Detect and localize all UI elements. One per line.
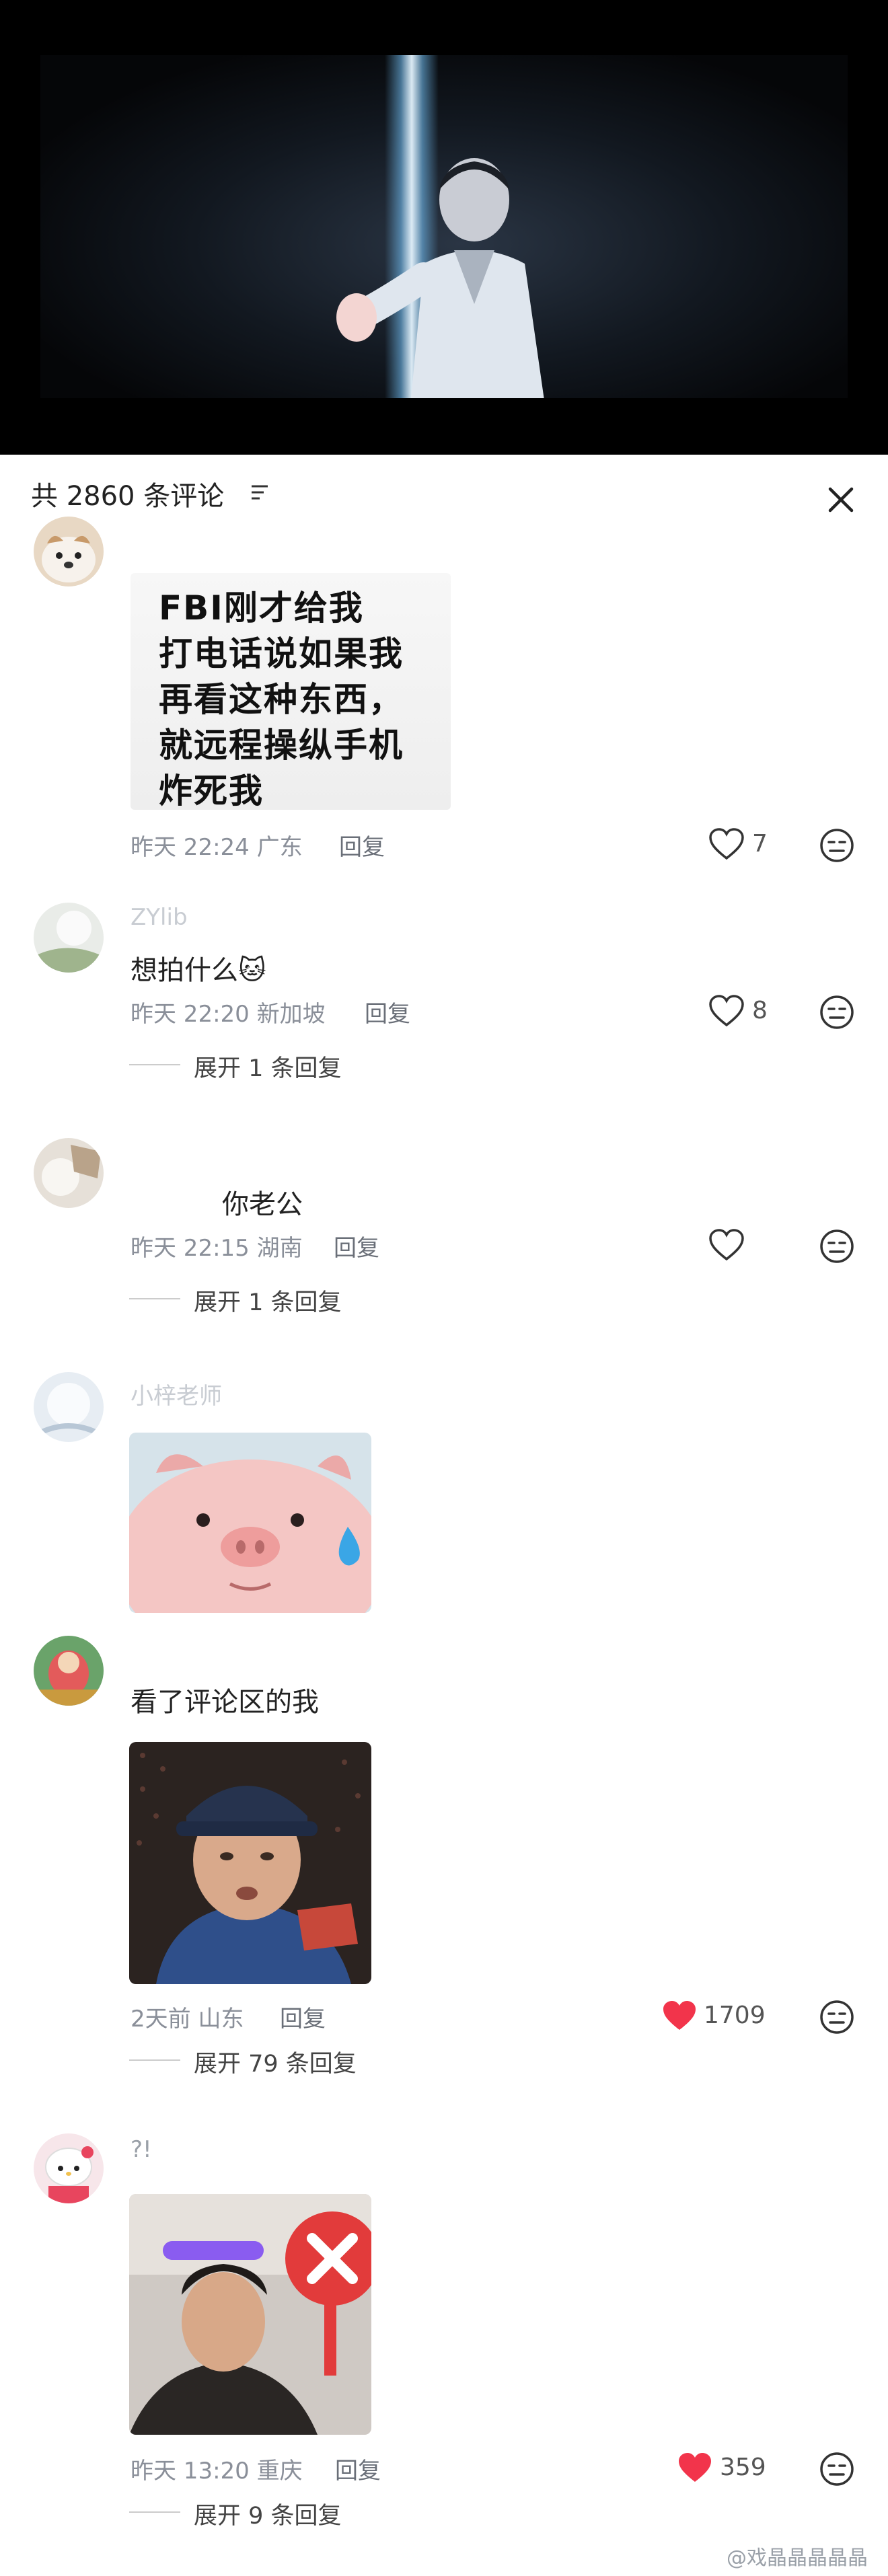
avatar[interactable] [34,1138,104,1208]
sort-icon[interactable] [249,483,270,503]
comment-time-location: 昨天 13:20 重庆 [131,2458,303,2485]
expand-replies-button[interactable]: 展开 1 条回复 [194,1283,342,1318]
dog-avatar-icon [34,517,104,586]
username[interactable]: 小梓老师 [131,1377,222,1410]
comment-text: 你老公 [222,1189,303,1220]
emoji-reaction-icon[interactable] [819,1228,855,1264]
comment-time-location: 昨天 22:20 新加坡 [131,1001,326,1028]
username[interactable]: ZYlib [131,904,188,931]
character-figure [336,158,544,398]
heart-icon[interactable] [708,827,745,861]
reply-button[interactable]: 回复 [334,1229,379,1262]
comment-image[interactable]: FBI刚才给我 打电话说如果我 再看这种东西， 就远程操纵手机 炸死我 [131,573,451,810]
avatar[interactable] [34,2133,104,2203]
comment-time-location: 2天前 山东 [131,2006,244,2033]
image-text-line: 炸死我 [159,771,264,810]
expand-divider [129,1298,180,1299]
pig-sticker-icon [129,1433,371,1613]
watermark: @戏晶晶晶晶晶 [727,2546,868,2570]
expand-divider [129,1064,180,1065]
heart-icon[interactable] [708,994,745,1028]
meme-photo-icon [129,1742,371,1984]
expand-divider [129,2511,180,2513]
like-count: 8 [752,997,768,1024]
image-text-line: 打电话说如果我 [159,634,404,673]
comment-time-location: 昨天 22:24 广东 [131,834,303,861]
reply-button[interactable]: 回复 [335,2452,381,2485]
comment-time-location: 昨天 22:15 湖南 [131,1235,303,1262]
avatar[interactable] [34,1636,104,1706]
username[interactable]: ?! [131,2136,152,2163]
guy-with-x-sign-meme[interactable] [129,2194,371,2435]
video-frame [40,55,848,398]
heart-filled-icon[interactable] [661,1999,698,2033]
comment-text: 想拍什么🐱 [131,955,266,986]
zhao-benshan-meme[interactable] [129,1742,371,1984]
close-icon[interactable] [822,481,860,519]
image-text-line: 再看这种东西， [159,680,404,719]
comment-count-title: 共 2860 条评论 [31,481,225,512]
emoji-reaction-icon[interactable] [819,2451,855,2487]
reply-button[interactable]: 回复 [365,995,410,1028]
expand-replies-button[interactable]: 展开 1 条回复 [194,1049,342,1084]
avatar[interactable] [34,517,104,586]
like-count: 7 [752,830,768,858]
emoji-reaction-icon[interactable] [819,827,855,864]
expand-replies-button[interactable]: 展开 9 条回复 [194,2497,342,2531]
expand-replies-button[interactable]: 展开 79 条回复 [194,2045,357,2079]
emoji-reaction-icon[interactable] [819,994,855,1030]
heart-icon[interactable] [708,1228,745,1262]
expand-divider [129,2059,180,2061]
emoji-reaction-icon[interactable] [819,1999,855,2035]
reply-button[interactable]: 回复 [280,2000,326,2033]
like-count: 1709 [704,2002,766,2029]
avatar-image-icon [34,903,104,973]
avatar-image-icon [34,1372,104,1442]
image-text-line: FBI刚才给我 [159,589,364,628]
meme-photo-icon [129,2194,371,2435]
reply-button[interactable]: 回复 [339,829,385,862]
avatar[interactable] [34,1372,104,1442]
heart-filled-icon[interactable] [676,2451,714,2485]
pig-crying-sticker[interactable] [129,1433,371,1613]
like-count: 359 [720,2454,766,2481]
comment-text: 看了评论区的我 [131,1687,319,1718]
avatar[interactable] [34,903,104,973]
hello-kitty-avatar-icon [34,2133,104,2203]
avatar-image-icon [34,1138,104,1208]
avatar-image-icon [34,1636,104,1706]
video-player[interactable] [0,0,888,455]
image-text-line: 就远程操纵手机 [159,726,404,765]
